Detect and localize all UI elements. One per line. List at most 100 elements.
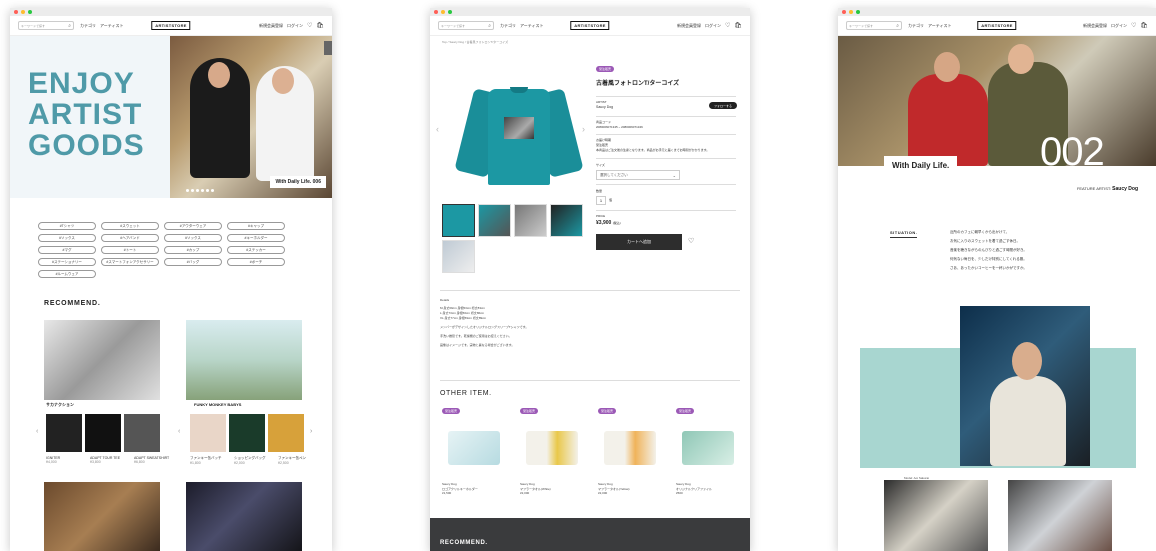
product-thumb[interactable]	[46, 414, 82, 452]
tag-chip[interactable]: #スウェット	[101, 222, 159, 230]
minimize-dot[interactable]	[441, 10, 445, 14]
product-thumbnail[interactable]	[442, 240, 475, 273]
search-input[interactable]: キーワードで探す ⌕	[438, 21, 494, 30]
site-logo[interactable]: ARTISTSTORE	[570, 21, 610, 30]
side-tab[interactable]	[324, 41, 332, 55]
tag-chip[interactable]: #キャップ	[227, 222, 285, 230]
maximize-dot[interactable]	[28, 10, 32, 14]
search-icon[interactable]: ⌕	[68, 23, 71, 29]
tag-chip[interactable]: #ソックス	[38, 234, 96, 242]
favorite-heart-icon[interactable]: ♡	[688, 237, 694, 245]
cart-icon[interactable]: 🛍	[734, 22, 742, 29]
login-link[interactable]: ログイン	[705, 23, 721, 29]
artist-name[interactable]: Saucy Dog	[596, 105, 613, 109]
heart-icon[interactable]: ♡	[307, 22, 312, 29]
product-thumb[interactable]	[190, 414, 226, 452]
product-meta[interactable]: ショッピングバッグ ¥2,000	[234, 456, 270, 465]
cart-icon[interactable]: 🛍	[1140, 22, 1148, 29]
cart-icon[interactable]: 🛍	[316, 22, 324, 29]
register-link[interactable]: 新規会員登録	[259, 23, 283, 29]
site-logo[interactable]: ARTISTSTORE	[977, 21, 1017, 30]
tag-chip[interactable]: #カップ	[164, 246, 222, 254]
login-link[interactable]: ログイン	[287, 23, 303, 29]
chevron-left-icon[interactable]: ‹	[436, 124, 439, 134]
product-meta[interactable]: ADAPT SWEATSHIRT ¥6,800	[134, 456, 170, 464]
search-icon[interactable]: ⌕	[488, 23, 491, 29]
register-link[interactable]: 新規会員登録	[1083, 23, 1107, 29]
maximize-dot[interactable]	[448, 10, 452, 14]
product-main-image[interactable]	[444, 58, 594, 204]
heart-icon[interactable]: ♡	[725, 22, 730, 29]
tag-chip[interactable]: #ステーショナリー	[38, 258, 96, 266]
carousel-dots[interactable]	[186, 189, 214, 192]
register-link[interactable]: 新規会員登録	[677, 23, 701, 29]
recommend-title: RECOMMEND.	[44, 300, 101, 307]
product-meta[interactable]: IGNITER ¥4,000	[46, 456, 82, 464]
tag-chip[interactable]: #アウターウェア	[164, 222, 222, 230]
chevron-left-icon[interactable]: ‹	[36, 428, 38, 435]
other-item-image[interactable]	[598, 420, 662, 476]
tag-chip[interactable]: #Tシャツ	[38, 222, 96, 230]
product-meta[interactable]: ファンキー缶バッチ ¥1,800	[190, 456, 226, 465]
product-meta[interactable]: ファンキー缶ペン ¥2,500	[278, 456, 314, 465]
tag-chip[interactable]: #ポーチ	[227, 258, 285, 266]
tag-chip[interactable]: #ステッカー	[227, 246, 285, 254]
artist-card-image[interactable]	[186, 482, 302, 551]
quantity-input[interactable]: 1	[596, 196, 606, 205]
product-thumb[interactable]	[85, 414, 121, 452]
artist-card-caption[interactable]: FUNKY MONKEY BABYS	[194, 402, 241, 407]
product-thumbnail[interactable]	[442, 204, 475, 237]
search-icon[interactable]: ⌕	[896, 23, 899, 29]
product-thumbnail[interactable]	[478, 204, 511, 237]
minimize-dot[interactable]	[849, 10, 853, 14]
artist-card-caption[interactable]: サカナクション	[46, 402, 74, 408]
chevron-right-icon[interactable]: ›	[582, 124, 585, 134]
artist-card-image[interactable]	[44, 320, 160, 400]
tag-chip[interactable]: #スマートフォンアクセサリー	[101, 258, 159, 266]
other-item-image[interactable]	[520, 420, 584, 476]
tag-chip[interactable]: #マグ	[38, 246, 96, 254]
feature-artist[interactable]: FEATURE ARTIST: Saucy Dog	[1077, 186, 1138, 192]
follow-button[interactable]: フォローする	[709, 102, 737, 109]
chevron-right-icon[interactable]: ›	[310, 428, 312, 435]
nav-artist[interactable]: アーティスト	[100, 23, 124, 29]
product-thumbnail[interactable]	[514, 204, 547, 237]
nav-category[interactable]: カテゴリ	[500, 23, 516, 29]
search-input[interactable]: キーワードで探す ⌕	[18, 21, 74, 30]
site-logo[interactable]: ARTISTSTORE	[151, 21, 191, 30]
close-dot[interactable]	[14, 10, 18, 14]
artist-card-image[interactable]	[44, 482, 160, 551]
tag-chip[interactable]: #ルームウェア	[38, 270, 96, 278]
product-thumb[interactable]	[229, 414, 265, 452]
status-badge: 受注販売	[676, 408, 695, 414]
other-item-image[interactable]	[442, 420, 506, 476]
tag-chip[interactable]: #ソックス	[164, 234, 222, 242]
nav-category[interactable]: カテゴリ	[80, 23, 96, 29]
product-thumbnail[interactable]	[550, 204, 583, 237]
close-dot[interactable]	[842, 10, 846, 14]
search-input[interactable]: キーワードで探す ⌕	[846, 21, 902, 30]
nav-category[interactable]: カテゴリ	[908, 23, 924, 29]
product-price: ¥2,000	[234, 461, 245, 465]
chevron-left-icon[interactable]: ‹	[178, 428, 180, 435]
artist-card-image[interactable]	[186, 320, 302, 400]
nav-artist[interactable]: アーティスト	[928, 23, 952, 29]
add-to-cart-button[interactable]: カートへ追加	[596, 234, 682, 250]
tag-chip[interactable]: #トート	[101, 246, 159, 254]
tag-chip[interactable]: #ヘアバンド	[101, 234, 159, 242]
product-meta[interactable]: ADAPT TOUR TEE ¥3,800	[90, 456, 126, 464]
login-link[interactable]: ログイン	[1111, 23, 1127, 29]
hero-banner[interactable]: ENJOY ARTIST GOODS With Daily Life. 006	[10, 36, 332, 198]
breadcrumb[interactable]: Top / Saucy Dog / 古着風フォトロンT/ターコイズ	[442, 40, 508, 44]
product-thumb[interactable]	[124, 414, 160, 452]
tag-chip[interactable]: #キーホルダー	[227, 234, 285, 242]
close-dot[interactable]	[434, 10, 438, 14]
size-select[interactable]: 選択してください ⌄	[596, 170, 680, 180]
heart-icon[interactable]: ♡	[1131, 22, 1136, 29]
minimize-dot[interactable]	[21, 10, 25, 14]
other-item-image[interactable]	[676, 420, 740, 476]
maximize-dot[interactable]	[856, 10, 860, 14]
product-thumb[interactable]	[268, 414, 304, 452]
tag-chip[interactable]: #バッグ	[164, 258, 222, 266]
nav-artist[interactable]: アーティスト	[520, 23, 544, 29]
